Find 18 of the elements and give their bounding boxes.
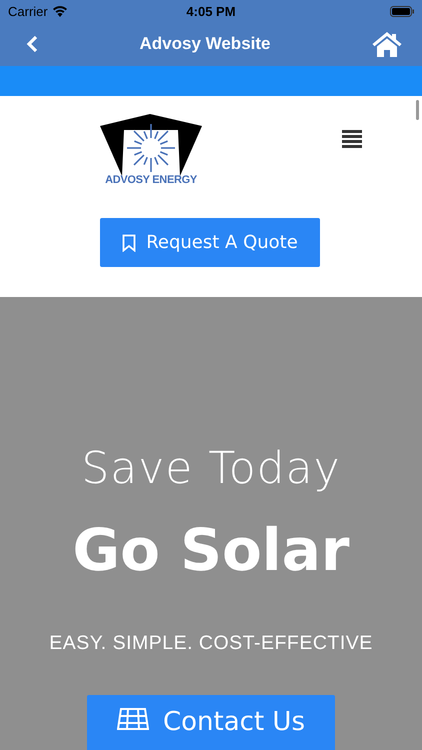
bookmark-icon	[122, 234, 136, 252]
home-icon[interactable]	[372, 31, 402, 57]
hero-tagline: EASY. SIMPLE. COST-EFFECTIVE	[49, 632, 373, 655]
window-title: Advosy Website	[139, 34, 270, 54]
carrier-name: Carrier	[8, 4, 48, 18]
scroll-bar	[416, 100, 419, 120]
hero-headline: Go Solar	[72, 516, 350, 584]
clock-time: 4:05 PM	[186, 4, 236, 18]
request-quote-button[interactable]: Request A Quote	[100, 218, 320, 267]
back-icon[interactable]	[26, 35, 38, 53]
battery-icon	[390, 6, 414, 16]
contact-button[interactable]: Contact Us	[87, 695, 335, 750]
solar-panel-icon	[117, 707, 149, 731]
house-sun-logo-icon	[100, 114, 202, 176]
wifi-icon	[52, 5, 68, 17]
menu-icon[interactable]	[342, 130, 362, 148]
hero-kicker: Save Today	[81, 443, 341, 494]
logo-text: ADVOSY ENERGY	[105, 174, 197, 186]
